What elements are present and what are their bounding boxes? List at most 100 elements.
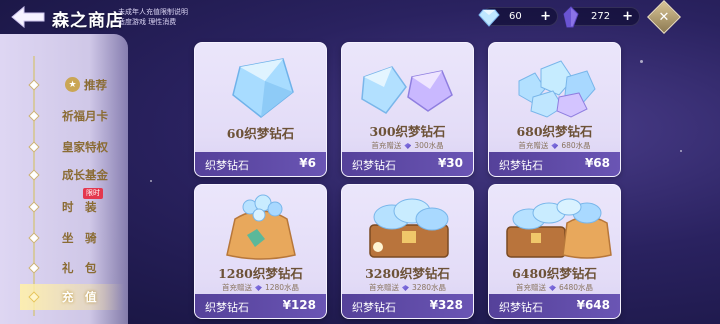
sidebar-item-mount[interactable]: 坐 骑 bbox=[28, 225, 124, 251]
sidebar-item-recommend[interactable]: ★ 推荐 bbox=[28, 72, 124, 98]
currency-name: 织梦钻石 bbox=[352, 301, 396, 314]
product-footer: 织梦钻石 ¥648 bbox=[489, 294, 620, 318]
close-icon: ✕ bbox=[658, 9, 670, 25]
bonus-value: 6480水晶 bbox=[558, 283, 594, 292]
product-name: 60织梦钻石 bbox=[226, 126, 295, 141]
limited-time-badge: 限时 bbox=[83, 188, 103, 199]
product-footer: 织梦钻石 ¥68 bbox=[489, 152, 620, 176]
currency-name: 织梦钻石 bbox=[205, 301, 249, 314]
diamond-amount: 60 bbox=[509, 11, 522, 22]
crystal-icon bbox=[404, 143, 412, 149]
first-charge-bonus: 首充赠送 680水晶 bbox=[489, 140, 620, 151]
sparkle bbox=[640, 60, 643, 63]
product-card-300[interactable]: 300织梦钻石 首充赠送 300水晶 织梦钻石 ¥30 bbox=[341, 42, 474, 177]
notice-line-1: 未成年人充值限制说明 bbox=[118, 8, 188, 16]
notice-line-2: 适度游戏 理性消费 bbox=[118, 18, 177, 26]
bonus-label: 首充赠送 bbox=[518, 141, 549, 150]
diamond-bullet-icon bbox=[28, 141, 40, 153]
bonus-value: 300水晶 bbox=[414, 141, 444, 150]
single-diamond-icon bbox=[232, 58, 294, 118]
crystal-icon bbox=[548, 285, 556, 291]
bonus-value: 3280水晶 bbox=[411, 283, 447, 292]
currency-name: 织梦钻石 bbox=[205, 159, 249, 172]
treasure-chest-icon bbox=[369, 198, 449, 258]
sidebar-item-growth-fund[interactable]: 成长基金 bbox=[28, 162, 124, 188]
product-footer: 织梦钻石 ¥6 bbox=[195, 152, 326, 176]
product-card-1280[interactable]: 1280织梦钻石 首充赠送 1280水晶 织梦钻石 ¥128 bbox=[194, 184, 327, 319]
crystal-amount: 272 bbox=[591, 11, 611, 22]
diamond-bullet-icon bbox=[28, 110, 40, 122]
sidebar-item-label: 礼 包 bbox=[62, 261, 97, 275]
diamond-bullet-icon bbox=[28, 169, 40, 181]
price-label: ¥68 bbox=[584, 156, 610, 170]
sidebar-item-label: 时 装 bbox=[62, 200, 97, 214]
price-label: ¥30 bbox=[437, 156, 463, 170]
product-card-6480[interactable]: 6480织梦钻石 首充赠送 6480水晶 织梦钻石 ¥648 bbox=[488, 184, 621, 319]
sidebar: ★ 推荐 祈福月卡 皇家特权 成长基金 限时 时 装 坐 骑 礼 包 充 值 bbox=[0, 34, 128, 324]
sidebar-item-label: 推荐 bbox=[84, 78, 107, 92]
close-button[interactable]: ✕ bbox=[647, 0, 681, 34]
add-diamond-button[interactable]: + bbox=[540, 9, 551, 24]
sidebar-item-label: 祈福月卡 bbox=[62, 109, 108, 123]
diamond-bullet-icon bbox=[28, 201, 40, 213]
price-label: ¥648 bbox=[576, 298, 610, 312]
back-button[interactable] bbox=[6, 2, 50, 32]
bonus-label: 首充赠送 bbox=[221, 283, 252, 292]
first-charge-bonus: 首充赠送 6480水晶 bbox=[489, 282, 620, 293]
minor-recharge-notice[interactable]: 未成年人充值限制说明 适度游戏 理性消费 bbox=[118, 7, 188, 27]
currency-name: 织梦钻石 bbox=[499, 159, 543, 172]
sparkle bbox=[680, 150, 682, 152]
sidebar-item-recharge[interactable]: 充 值 bbox=[20, 284, 124, 310]
bonus-value: 680水晶 bbox=[561, 141, 591, 150]
diamond-pile-icon bbox=[518, 60, 596, 118]
bonus-label: 首充赠送 bbox=[515, 283, 546, 292]
crystal-icon bbox=[551, 143, 559, 149]
first-charge-bonus: 首充赠送 300水晶 bbox=[342, 140, 473, 151]
add-crystal-button[interactable]: + bbox=[622, 9, 633, 24]
product-footer: 织梦钻石 ¥30 bbox=[342, 152, 473, 176]
crystal-balance: 272 + bbox=[563, 6, 640, 28]
product-name: 1280织梦钻石 bbox=[218, 266, 303, 281]
sidebar-item-gift-pack[interactable]: 礼 包 bbox=[28, 255, 124, 281]
currency-name: 织梦钻石 bbox=[352, 159, 396, 172]
price-label: ¥328 bbox=[429, 298, 463, 312]
top-bar: 森之商店 未成年人充值限制说明 适度游戏 理性消费 60 + 272 + ✕ bbox=[0, 0, 720, 34]
sidebar-item-label: 皇家特权 bbox=[62, 140, 108, 154]
chest-and-bag-icon bbox=[506, 198, 612, 259]
back-arrow-icon bbox=[11, 5, 45, 29]
first-charge-bonus: 首充赠送 3280水晶 bbox=[342, 282, 473, 293]
diamond-bag-icon bbox=[226, 194, 296, 260]
sparkle bbox=[150, 180, 152, 182]
star-icon: ★ bbox=[65, 77, 80, 92]
product-name: 300织梦钻石 bbox=[369, 124, 446, 139]
product-card-680[interactable]: 680织梦钻石 首充赠送 680水晶 织梦钻石 ¥68 bbox=[488, 42, 621, 177]
diamond-bullet-icon bbox=[28, 79, 40, 91]
bonus-value: 1280水晶 bbox=[264, 283, 300, 292]
sidebar-item-royal-privilege[interactable]: 皇家特权 bbox=[28, 134, 124, 160]
currency-name: 织梦钻石 bbox=[499, 301, 543, 314]
two-diamonds-icon bbox=[361, 66, 453, 114]
diamond-bullet-icon bbox=[28, 232, 40, 244]
diamond-icon bbox=[478, 9, 500, 27]
sidebar-item-label: 坐 骑 bbox=[62, 231, 97, 245]
sidebar-item-label: 成长基金 bbox=[62, 168, 108, 182]
crystal-icon bbox=[401, 285, 409, 291]
product-footer: 织梦钻石 ¥328 bbox=[342, 294, 473, 318]
page-title: 森之商店 bbox=[52, 11, 124, 31]
product-name: 6480织梦钻石 bbox=[512, 266, 597, 281]
price-label: ¥128 bbox=[282, 298, 316, 312]
crystal-icon bbox=[254, 285, 262, 291]
sidebar-item-monthly-card[interactable]: 祈福月卡 bbox=[28, 103, 124, 129]
bonus-label: 首充赠送 bbox=[371, 141, 402, 150]
sidebar-item-fashion[interactable]: 限时 时 装 bbox=[28, 188, 124, 220]
bonus-label: 首充赠送 bbox=[368, 283, 399, 292]
product-name: 3280织梦钻石 bbox=[365, 266, 450, 281]
diamond-bullet-icon bbox=[28, 262, 40, 274]
sidebar-item-label: 充 值 bbox=[62, 290, 97, 304]
product-card-60[interactable]: 60织梦钻石 织梦钻石 ¥6 bbox=[194, 42, 327, 177]
first-charge-bonus: 首充赠送 1280水晶 bbox=[195, 282, 326, 293]
crystal-icon bbox=[563, 6, 579, 28]
price-label: ¥6 bbox=[299, 156, 316, 170]
diamond-balance: 60 + bbox=[478, 7, 558, 27]
product-card-3280[interactable]: 3280织梦钻石 首充赠送 3280水晶 织梦钻石 ¥328 bbox=[341, 184, 474, 319]
